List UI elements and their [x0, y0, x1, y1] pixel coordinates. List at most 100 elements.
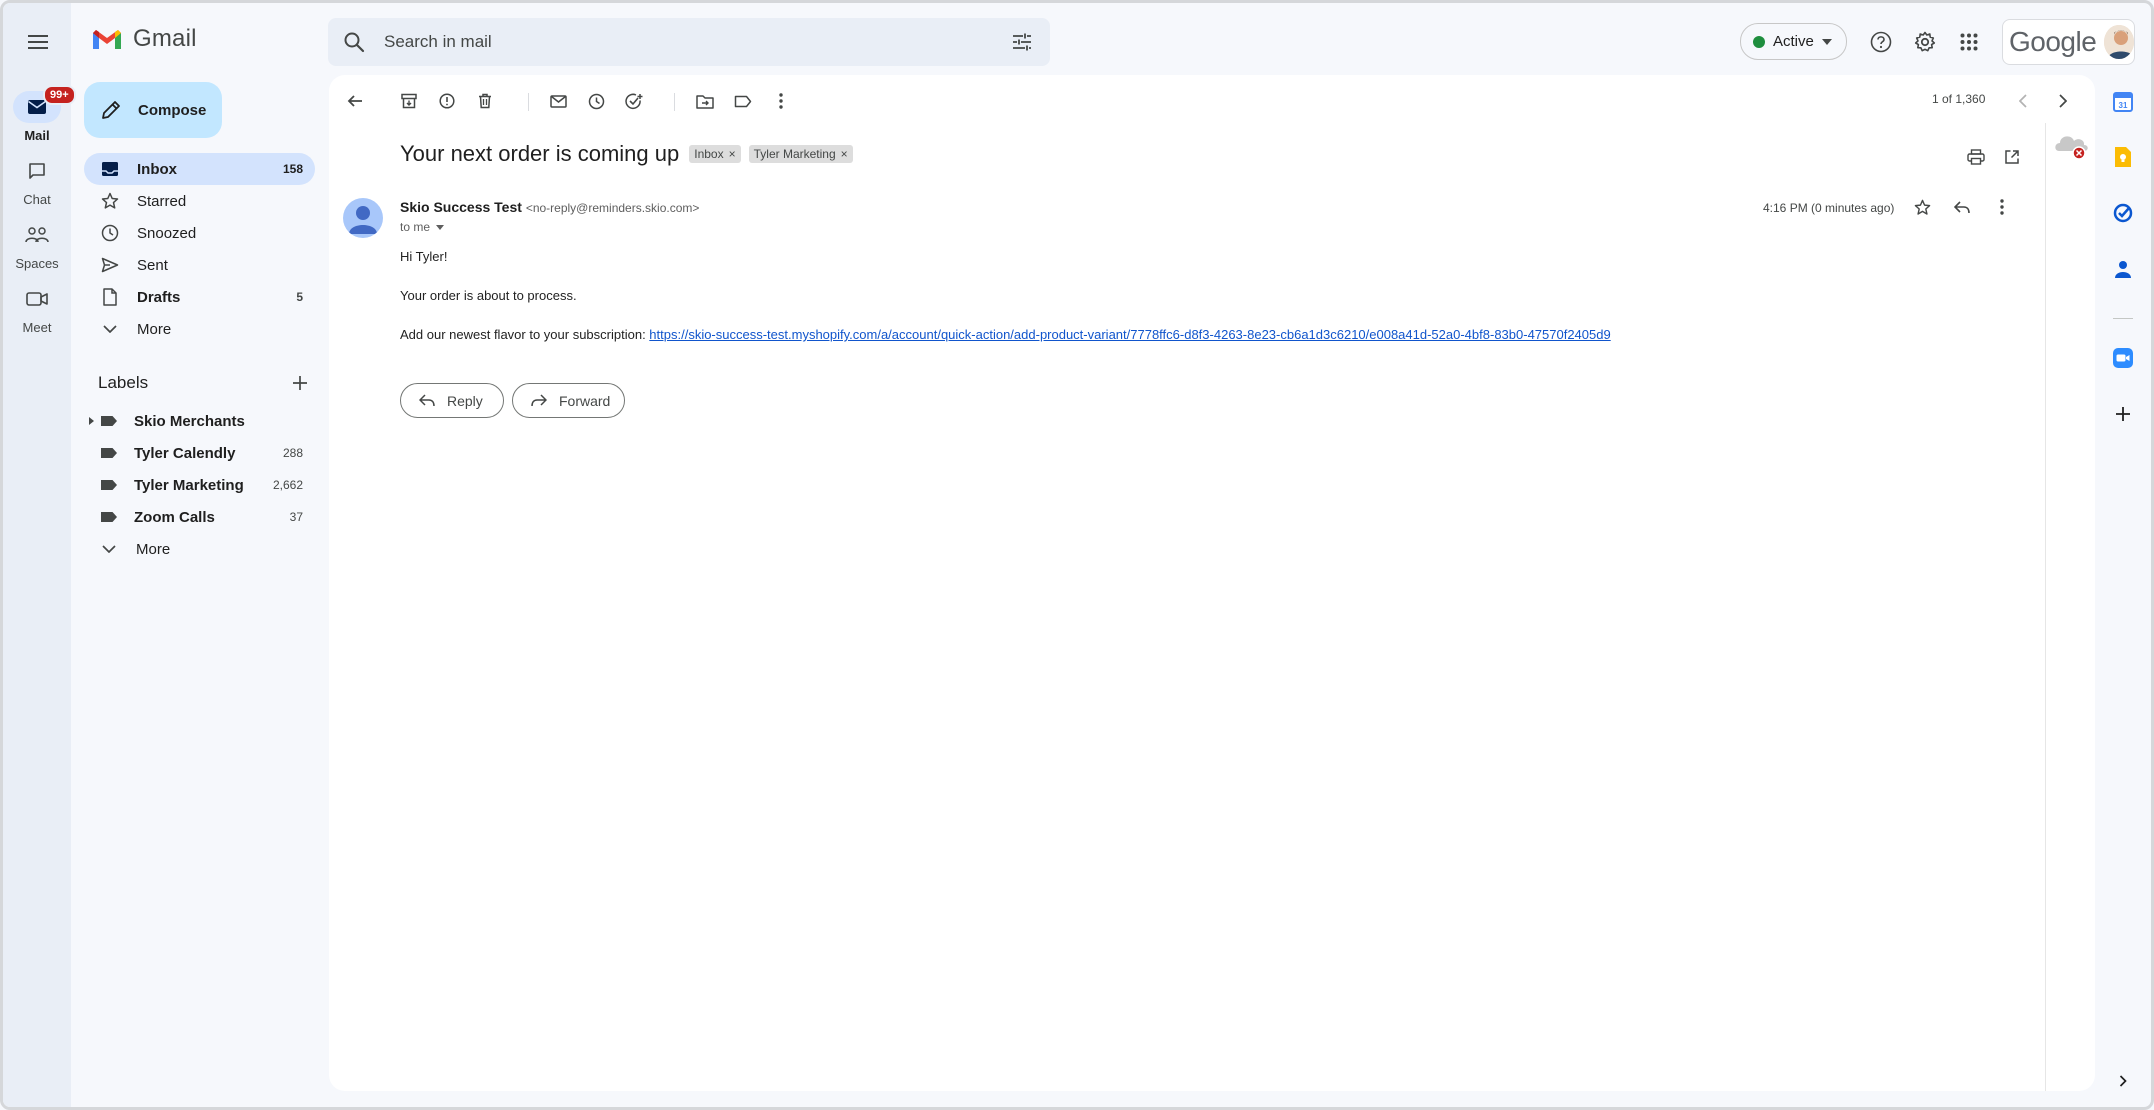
more-vert-icon	[779, 93, 783, 109]
labels-more[interactable]: More	[84, 533, 315, 565]
message-more-button[interactable]	[1986, 191, 2018, 223]
more-actions-button[interactable]	[765, 85, 797, 117]
rail-spaces[interactable]: Spaces	[3, 219, 71, 271]
search-options-icon[interactable]	[1010, 30, 1034, 54]
forward-button[interactable]: Forward	[512, 383, 625, 418]
nav-more-label: More	[137, 320, 172, 338]
rail-mail[interactable]: 99+ Mail	[3, 85, 76, 143]
add-to-tasks-button[interactable]	[618, 85, 650, 117]
label-tag-icon	[101, 448, 117, 458]
recipients-toggle[interactable]: to me	[400, 220, 445, 234]
label-name: Tyler Calendly	[134, 444, 236, 462]
printer-icon	[1967, 149, 1985, 165]
contacts-app-button[interactable]	[2111, 257, 2135, 281]
caret-right-icon[interactable]	[89, 417, 94, 425]
product-variant-link[interactable]: https://skio-success-test.myshopify.com/…	[649, 327, 1610, 342]
compose-button[interactable]: Compose	[84, 82, 222, 138]
google-account-button[interactable]: Google	[2002, 19, 2135, 65]
plus-icon[interactable]	[292, 375, 308, 391]
zoom-icon	[2113, 348, 2133, 368]
keep-app-button[interactable]	[2111, 145, 2135, 169]
google-wordmark: Google	[2009, 26, 2097, 57]
settings-button[interactable]	[1910, 27, 1940, 57]
nav-drafts[interactable]: Drafts 5	[84, 281, 315, 313]
nav-drafts-label: Drafts	[137, 288, 181, 306]
reply-button[interactable]: Reply	[400, 383, 504, 418]
keep-icon	[2115, 147, 2131, 167]
delete-button[interactable]	[469, 85, 501, 117]
chevron-right-icon	[2119, 1075, 2127, 1087]
nav-more[interactable]: More	[84, 313, 315, 345]
zoom-app-button[interactable]	[2111, 346, 2135, 370]
search-icon[interactable]	[342, 30, 366, 54]
labels-button[interactable]	[727, 85, 759, 117]
offline-status[interactable]	[2051, 129, 2091, 163]
rail-chat[interactable]: Chat	[3, 155, 71, 207]
tasks-app-button[interactable]	[2111, 201, 2135, 225]
chat-icon	[29, 163, 45, 179]
sender-line: Skio Success Test <no-reply@reminders.sk…	[400, 199, 699, 215]
chevron-down-icon	[102, 545, 116, 553]
calendar-app-button[interactable]: 31	[2111, 90, 2135, 114]
back-button[interactable]	[339, 85, 371, 117]
remove-label-icon[interactable]: ×	[841, 147, 848, 161]
search-input[interactable]	[384, 30, 944, 54]
main-menu-button[interactable]	[20, 27, 56, 57]
reply-icon-button[interactable]	[1946, 191, 1978, 223]
label-chip-inbox[interactable]: Inbox ×	[689, 145, 741, 163]
rail-spaces-label: Spaces	[15, 256, 59, 271]
star-icon	[101, 192, 119, 209]
older-button[interactable]	[2047, 85, 2079, 117]
help-icon	[1870, 31, 1892, 53]
clock-icon	[101, 224, 119, 242]
trash-icon	[479, 93, 491, 109]
show-side-panel-button[interactable]	[2111, 1069, 2135, 1093]
message-subject-row: Your next order is coming up Inbox × Tyl…	[400, 141, 853, 167]
get-addons-button[interactable]	[2111, 402, 2135, 426]
print-all-button[interactable]	[1960, 141, 1992, 173]
newer-button[interactable]	[2007, 85, 2039, 117]
star-message-button[interactable]	[1906, 191, 1938, 223]
google-apps-button[interactable]	[1954, 27, 1984, 57]
inbox-icon	[102, 162, 118, 176]
remove-label-icon[interactable]: ×	[729, 147, 736, 161]
gear-icon	[1914, 31, 1936, 52]
nav-inbox[interactable]: Inbox 158	[84, 153, 315, 185]
label-tyler-marketing[interactable]: Tyler Marketing 2,662	[84, 469, 315, 501]
archive-button[interactable]	[393, 85, 425, 117]
rail-meet-label: Meet	[22, 320, 52, 335]
label-chip-tyler-marketing[interactable]: Tyler Marketing ×	[748, 145, 853, 163]
message-view: 1 of 1,360 Your next order is coming up …	[329, 75, 2095, 1091]
label-tag-icon	[101, 416, 117, 426]
sender-name[interactable]: Skio Success Test	[400, 199, 522, 215]
avatar	[2104, 25, 2134, 59]
sender-avatar[interactable]	[343, 198, 383, 238]
app-rail: 99+ Mail Chat Spaces Meet	[3, 3, 76, 1107]
nav-starred[interactable]: Starred	[84, 185, 315, 217]
labels-list: Skio Merchants Tyler Calendly 288 Tyler …	[84, 405, 315, 565]
reply-icon	[1954, 200, 1970, 213]
labels-title: Labels	[98, 373, 149, 392]
support-button[interactable]	[1866, 27, 1896, 57]
status-dropdown[interactable]: Active	[1740, 23, 1847, 60]
label-zoom-calls[interactable]: Zoom Calls 37	[84, 501, 315, 533]
contacts-icon	[2115, 261, 2131, 278]
label-tyler-calendly[interactable]: Tyler Calendly 288	[84, 437, 315, 469]
tasks-icon	[2113, 203, 2133, 223]
mark-unread-button[interactable]	[542, 85, 574, 117]
rail-mail-label: Mail	[24, 128, 50, 143]
move-to-button[interactable]	[689, 85, 721, 117]
snooze-button[interactable]	[580, 85, 612, 117]
chevron-right-icon	[2059, 94, 2067, 108]
label-skio-merchants[interactable]: Skio Merchants	[84, 405, 315, 437]
nav-snoozed[interactable]: Snoozed	[84, 217, 315, 249]
report-spam-button[interactable]	[431, 85, 463, 117]
gmail-logo[interactable]: Gmail	[91, 25, 197, 53]
nav-snoozed-label: Snoozed	[137, 224, 197, 242]
rail-meet[interactable]: Meet	[3, 283, 71, 335]
pagination-text: 1 of 1,360	[1932, 92, 1986, 106]
nav-sent[interactable]: Sent	[84, 249, 315, 281]
clock-icon	[588, 93, 604, 109]
open-new-window-button[interactable]	[1996, 141, 2028, 173]
message-timestamp: 4:16 PM (0 minutes ago)	[1763, 201, 1895, 215]
